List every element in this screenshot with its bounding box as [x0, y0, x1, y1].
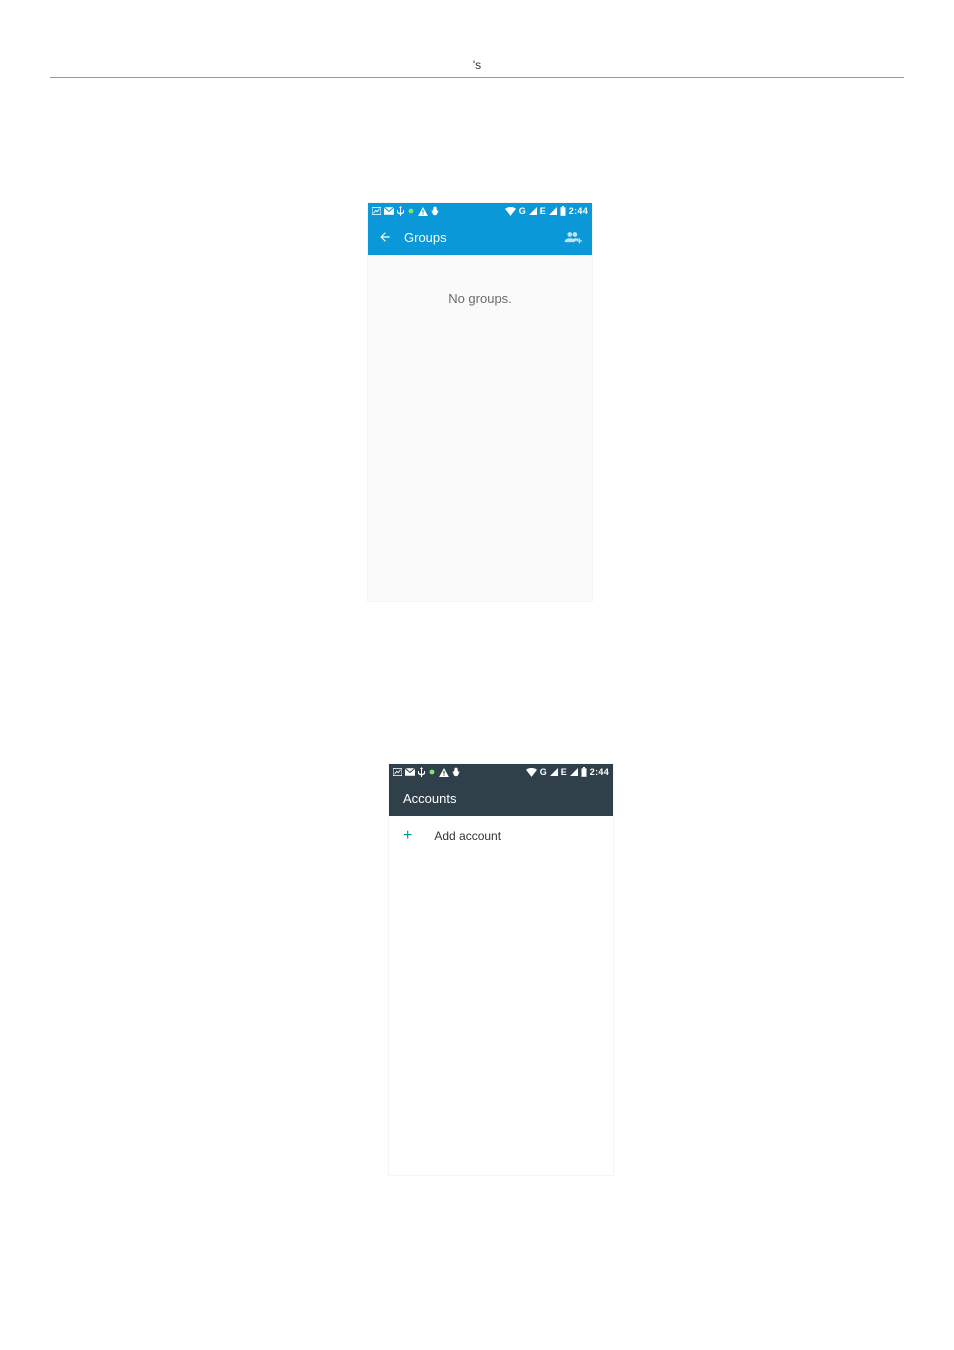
header-marker: 's: [473, 58, 481, 72]
plus-icon: +: [403, 828, 412, 844]
add-group-icon[interactable]: [564, 230, 582, 244]
usb-icon: [397, 206, 404, 216]
signal-icon-1: [550, 768, 558, 776]
status-bar-left: [372, 206, 439, 216]
app-bar-groups: Groups: [368, 219, 592, 255]
signal-label-e: E: [540, 206, 546, 216]
clock-text: 2:44: [590, 767, 609, 777]
signal-icon-2: [570, 768, 578, 776]
mail-icon: [405, 768, 415, 776]
status-bar-left: [393, 767, 460, 777]
picture-icon: [393, 768, 402, 776]
signal-icon-2: [549, 207, 557, 215]
app-bar-accounts: Accounts: [389, 780, 613, 816]
status-bar-right: G E 2:44: [505, 206, 588, 216]
page-header: 's: [50, 58, 904, 78]
warning-icon: [439, 768, 449, 777]
status-bar: G E 2:44: [368, 203, 592, 219]
signal-label-g: G: [540, 767, 547, 777]
screenshot-accounts: G E 2:44 Accounts + Add account: [389, 764, 613, 1175]
signal-label-e: E: [561, 767, 567, 777]
dot-icon: [428, 768, 436, 776]
add-account-item[interactable]: + Add account: [389, 816, 613, 856]
mail-icon: [384, 207, 394, 215]
arrow-left-icon[interactable]: [378, 230, 392, 244]
battery-icon: [581, 767, 587, 777]
wifi-icon: [505, 207, 516, 216]
bug-icon: [431, 206, 439, 216]
screenshot-groups: G E 2:44 Groups: [368, 203, 592, 601]
empty-message: No groups.: [368, 255, 592, 306]
appbar-title: Accounts: [403, 791, 603, 806]
status-bar: G E 2:44: [389, 764, 613, 780]
groups-content: No groups.: [368, 255, 592, 601]
signal-label-g: G: [519, 206, 526, 216]
appbar-title: Groups: [404, 230, 564, 245]
wifi-icon: [526, 768, 537, 777]
usb-icon: [418, 767, 425, 777]
battery-icon: [560, 206, 566, 216]
accounts-content: + Add account: [389, 816, 613, 1175]
warning-icon: [418, 207, 428, 216]
bug-icon: [452, 767, 460, 777]
dot-icon: [407, 207, 415, 215]
add-account-label: Add account: [434, 829, 501, 843]
clock-text: 2:44: [569, 206, 588, 216]
status-bar-right: G E 2:44: [526, 767, 609, 777]
signal-icon-1: [529, 207, 537, 215]
picture-icon: [372, 207, 381, 215]
